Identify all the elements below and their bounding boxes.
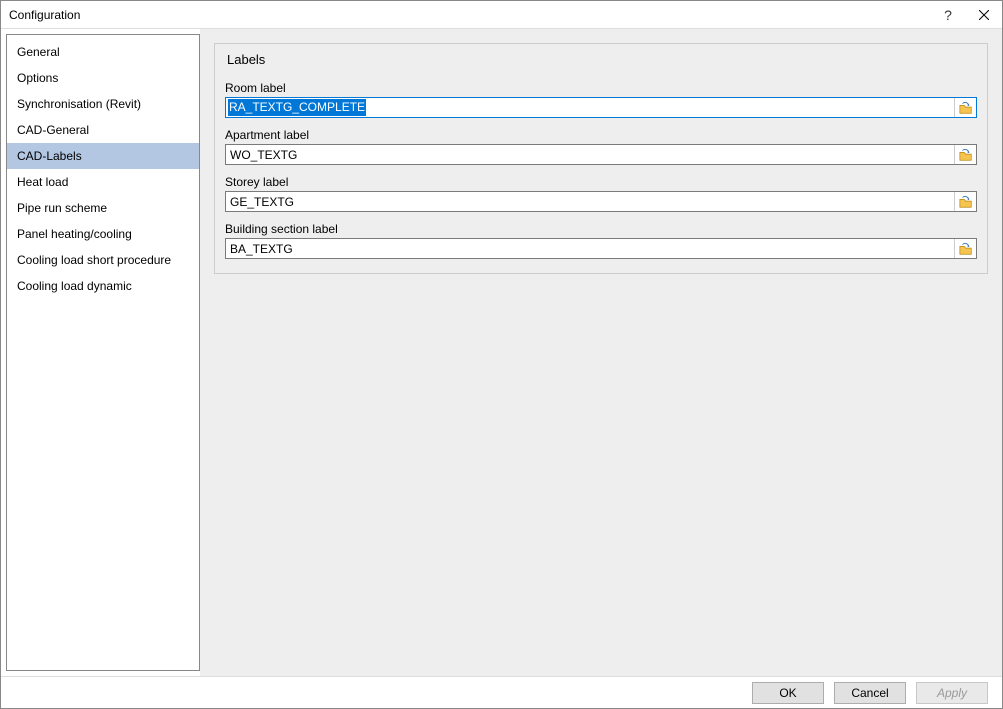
storey-label-input-row: GE_TEXTG — [225, 191, 977, 212]
room-label-input-row: RA_TEXTG_COMPLETE — [225, 97, 977, 118]
help-button[interactable]: ? — [930, 1, 966, 29]
close-button[interactable] — [966, 1, 1002, 29]
storey-label-value: GE_TEXTG — [230, 195, 294, 209]
sidebar-item-label: Options — [17, 71, 58, 85]
room-label-caption: Room label — [225, 81, 977, 95]
apply-button-label: Apply — [937, 686, 967, 700]
room-label-value: RA_TEXTG_COMPLETE — [228, 99, 366, 116]
sidebar-item-label: General — [17, 45, 60, 59]
sidebar-item-heat-load[interactable]: Heat load — [7, 169, 199, 195]
room-label-field: Room label RA_TEXTG_COMPLETE — [225, 81, 977, 118]
folder-open-icon — [959, 195, 973, 209]
room-label-input[interactable]: RA_TEXTG_COMPLETE — [226, 98, 954, 117]
cancel-button-label: Cancel — [851, 686, 888, 700]
dialog-body: General Options Synchronisation (Revit) … — [1, 29, 1002, 676]
sidebar-item-synchronisation-revit[interactable]: Synchronisation (Revit) — [7, 91, 199, 117]
titlebar: Configuration ? — [1, 1, 1002, 29]
sidebar-item-general[interactable]: General — [7, 39, 199, 65]
apartment-label-browse-button[interactable] — [954, 145, 976, 164]
storey-label-input[interactable]: GE_TEXTG — [226, 192, 954, 211]
building-section-label-input-row: BA_TEXTG — [225, 238, 977, 259]
sidebar-item-panel-heating-cooling[interactable]: Panel heating/cooling — [7, 221, 199, 247]
group-title: Labels — [225, 44, 977, 71]
dialog-footer: OK Cancel Apply — [1, 676, 1002, 708]
apartment-label-value: WO_TEXTG — [230, 148, 297, 162]
sidebar-item-label: Synchronisation (Revit) — [17, 97, 141, 111]
folder-open-icon — [959, 101, 973, 115]
sidebar-item-cooling-load-dynamic[interactable]: Cooling load dynamic — [7, 273, 199, 299]
storey-label-caption: Storey label — [225, 175, 977, 189]
building-section-label-field: Building section label BA_TEXTG — [225, 222, 977, 259]
category-sidebar: General Options Synchronisation (Revit) … — [6, 34, 200, 671]
sidebar-item-label: Cooling load short procedure — [17, 253, 171, 267]
sidebar-item-label: CAD-General — [17, 123, 89, 137]
sidebar-item-label: Panel heating/cooling — [17, 227, 132, 241]
building-section-label-caption: Building section label — [225, 222, 977, 236]
apply-button[interactable]: Apply — [916, 682, 988, 704]
sidebar-item-cad-labels[interactable]: CAD-Labels — [7, 143, 199, 169]
apartment-label-caption: Apartment label — [225, 128, 977, 142]
cancel-button[interactable]: Cancel — [834, 682, 906, 704]
sidebar-item-options[interactable]: Options — [7, 65, 199, 91]
main-panel: Labels Room label RA_TEXTG_COMPLETE — [200, 29, 1002, 676]
apartment-label-input-row: WO_TEXTG — [225, 144, 977, 165]
ok-button[interactable]: OK — [752, 682, 824, 704]
apartment-label-field: Apartment label WO_TEXTG — [225, 128, 977, 165]
window-title: Configuration — [9, 8, 930, 22]
sidebar-item-cad-general[interactable]: CAD-General — [7, 117, 199, 143]
folder-open-icon — [959, 148, 973, 162]
sidebar-item-cooling-load-short[interactable]: Cooling load short procedure — [7, 247, 199, 273]
building-section-label-browse-button[interactable] — [954, 239, 976, 258]
sidebar-item-label: Cooling load dynamic — [17, 279, 132, 293]
folder-open-icon — [959, 242, 973, 256]
configuration-dialog: Configuration ? General Options Synchron… — [0, 0, 1003, 709]
storey-label-field: Storey label GE_TEXTG — [225, 175, 977, 212]
sidebar-item-label: Pipe run scheme — [17, 201, 107, 215]
sidebar-item-pipe-run-scheme[interactable]: Pipe run scheme — [7, 195, 199, 221]
sidebar-item-label: Heat load — [17, 175, 68, 189]
building-section-label-input[interactable]: BA_TEXTG — [226, 239, 954, 258]
building-section-label-value: BA_TEXTG — [230, 242, 293, 256]
apartment-label-input[interactable]: WO_TEXTG — [226, 145, 954, 164]
room-label-browse-button[interactable] — [954, 98, 976, 117]
ok-button-label: OK — [779, 686, 796, 700]
labels-group: Labels Room label RA_TEXTG_COMPLETE — [214, 43, 988, 274]
close-icon — [979, 10, 989, 20]
storey-label-browse-button[interactable] — [954, 192, 976, 211]
sidebar-item-label: CAD-Labels — [17, 149, 82, 163]
